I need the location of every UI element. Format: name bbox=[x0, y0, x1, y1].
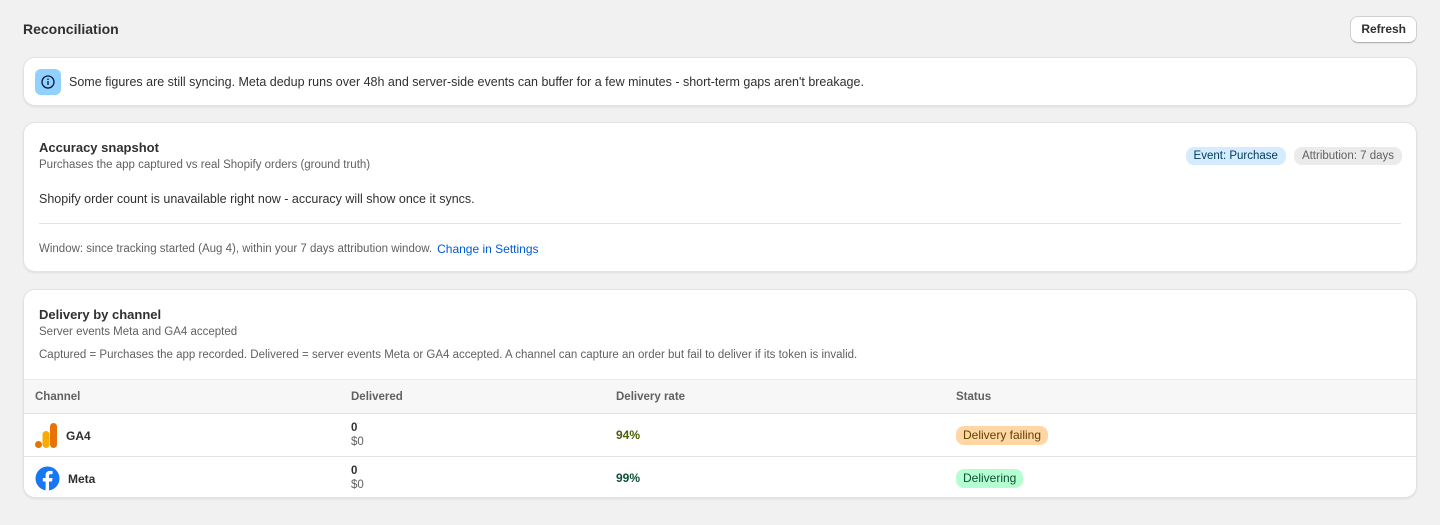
status-badge: Delivery failing bbox=[956, 426, 1049, 445]
banner-text: Some figures are still syncing. Meta ded… bbox=[69, 74, 864, 89]
delivery-rate: 94% bbox=[616, 428, 641, 442]
delivered-cell: 0 $0 bbox=[351, 464, 364, 493]
page-header: Reconciliation Refresh bbox=[23, 15, 1417, 43]
delivery-subtitle: Server events Meta and GA4 accepted bbox=[39, 326, 238, 338]
event-badge: Event: Purchase bbox=[1185, 147, 1286, 165]
table-row[interactable]: Meta 0 $0 99% Delivering bbox=[24, 457, 1416, 497]
delivered-amount: $0 bbox=[351, 436, 364, 448]
column-delivery-rate: Delivery rate bbox=[616, 391, 686, 403]
column-delivered: Delivered bbox=[351, 391, 403, 403]
accuracy-badges: Event: Purchase Attribution: 7 days bbox=[1185, 147, 1402, 165]
accuracy-snapshot-card: Accuracy snapshot Purchases the app capt… bbox=[23, 122, 1417, 272]
attribution-window: Window: since tracking started (Aug 4), … bbox=[39, 242, 539, 256]
accuracy-subtitle: Purchases the app captured vs real Shopi… bbox=[39, 159, 371, 171]
divider bbox=[39, 223, 1401, 224]
change-settings-link[interactable]: Change in Settings bbox=[437, 242, 538, 256]
ga4-icon bbox=[35, 423, 57, 448]
table-header: Channel Delivered Delivery rate Status bbox=[24, 379, 1416, 414]
status-badge: Delivering bbox=[956, 469, 1024, 488]
info-icon bbox=[35, 68, 61, 95]
attribution-badge: Attribution: 7 days bbox=[1293, 147, 1402, 165]
accuracy-title: Accuracy snapshot bbox=[39, 140, 159, 155]
channel-name: Meta bbox=[68, 471, 96, 486]
channel-name: GA4 bbox=[66, 428, 91, 443]
column-status: Status bbox=[956, 391, 992, 403]
channel-cell: GA4 bbox=[35, 423, 91, 448]
refresh-button[interactable]: Refresh bbox=[1350, 15, 1417, 43]
status-cell: Delivering bbox=[956, 469, 1024, 488]
delivery-title: Delivery by channel bbox=[39, 307, 162, 322]
delivered-count: 0 bbox=[351, 465, 358, 477]
accuracy-message: Shopify order count is unavailable right… bbox=[39, 192, 475, 206]
status-cell: Delivery failing bbox=[956, 426, 1049, 445]
facebook-icon bbox=[35, 466, 60, 491]
delivered-amount: $0 bbox=[351, 479, 364, 491]
column-channel: Channel bbox=[35, 391, 81, 403]
delivered-cell: 0 $0 bbox=[351, 421, 364, 450]
window-text: Window: since tracking started (Aug 4), … bbox=[39, 243, 433, 255]
delivered-count: 0 bbox=[351, 422, 358, 434]
delivery-description: Captured = Purchases the app recorded. D… bbox=[39, 349, 858, 361]
table-row[interactable]: GA4 0 $0 94% Delivery failing bbox=[24, 414, 1416, 457]
page-title: Reconciliation bbox=[23, 21, 119, 37]
sync-banner: Some figures are still syncing. Meta ded… bbox=[23, 57, 1417, 106]
channel-cell: Meta bbox=[35, 466, 95, 491]
delivery-rate: 99% bbox=[616, 471, 641, 485]
delivery-by-channel-card: Delivery by channel Server events Meta a… bbox=[23, 289, 1417, 498]
